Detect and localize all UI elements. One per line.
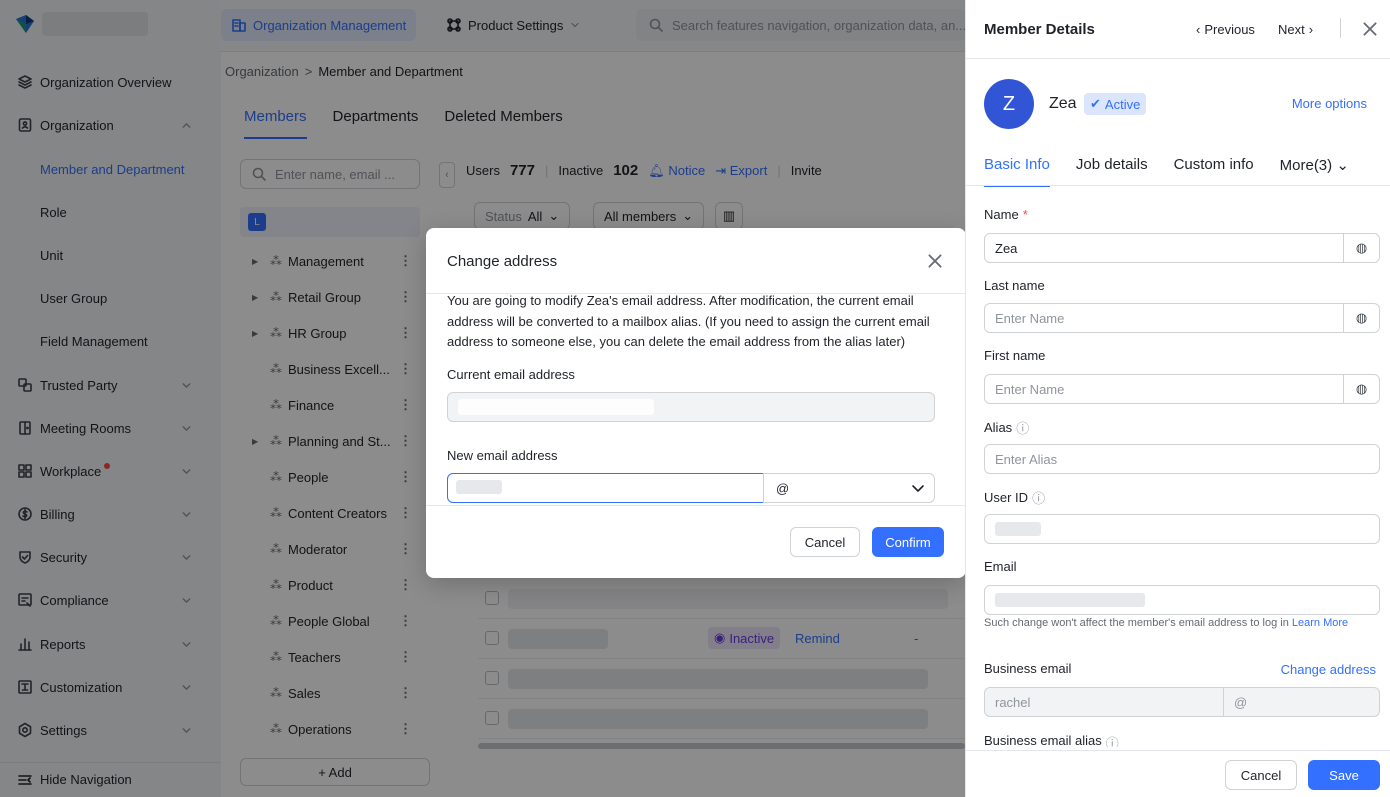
tab-custom-info[interactable]: Custom info (1174, 156, 1254, 187)
panel-footer: Cancel Save (966, 750, 1390, 797)
required-marker: * (1022, 207, 1028, 222)
detail-tabs: Basic Info Job details Custom info More(… (984, 156, 1349, 187)
globe-icon[interactable]: ◍ (1343, 375, 1379, 403)
business-alias-label-text: Business email alias (984, 733, 1102, 747)
alias-label: Alias ⓘ (984, 418, 1029, 437)
change-address-link[interactable]: Change address (1281, 662, 1376, 677)
new-email-input[interactable] (447, 473, 764, 503)
info-icon[interactable]: ⓘ (1032, 488, 1045, 507)
panel-save-button[interactable]: Save (1308, 760, 1380, 790)
divider (966, 185, 1390, 186)
business-email-domain: @ (1223, 687, 1380, 717)
divider (1340, 18, 1341, 38)
business-email-input: rachel (984, 687, 1224, 717)
next-label: Next (1278, 22, 1305, 37)
name-input[interactable]: Zea ◍ (984, 233, 1380, 263)
user-id-input[interactable] (984, 514, 1380, 544)
current-email-label: Current email address (447, 367, 575, 382)
globe-icon[interactable]: ◍ (1343, 234, 1379, 262)
panel-title: Member Details (984, 21, 1095, 38)
business-email-alias-label: Business email alias ⓘ (984, 733, 1119, 747)
chevron-right-icon: › (1308, 22, 1314, 37)
first-name-placeholder: Enter Name (995, 381, 1065, 397)
avatar: Z (984, 79, 1034, 129)
tab-basic-info[interactable]: Basic Info (984, 156, 1050, 187)
current-email-field (447, 392, 935, 422)
at-sign: @ (1234, 694, 1248, 710)
alias-label-text: Alias (984, 420, 1013, 435)
globe-icon[interactable]: ◍ (1343, 304, 1379, 332)
redacted-email (995, 593, 1145, 607)
name-value: Zea (995, 240, 1018, 256)
name-label-text: Name (984, 207, 1019, 222)
close-icon[interactable] (1361, 20, 1379, 38)
email-label: Email (984, 559, 1017, 574)
tab-more-label: More(3) (1279, 157, 1333, 174)
panel-cancel-button[interactable]: Cancel (1225, 760, 1297, 790)
email-help-label: Such change won't affect the member's em… (984, 617, 1289, 629)
divider (426, 505, 966, 506)
first-name-label: First name (984, 348, 1046, 363)
tab-job-details[interactable]: Job details (1076, 156, 1148, 187)
redacted-user-id (995, 522, 1041, 536)
tab-more[interactable]: More(3) ⌄ (1280, 156, 1349, 187)
previous-label: Previous (1204, 22, 1255, 37)
chevron-down-icon: ⌄ (1336, 157, 1349, 174)
business-email-label: Business email (984, 661, 1072, 676)
status-label: Active (1104, 96, 1141, 112)
business-email-value: rachel (995, 694, 1031, 710)
next-button[interactable]: Next › (1278, 22, 1313, 37)
user-id-label-text: User ID (984, 490, 1029, 505)
last-name-label: Last name (984, 278, 1045, 293)
first-name-input[interactable]: Enter Name ◍ (984, 374, 1380, 404)
alias-input[interactable]: Enter Alias (984, 444, 1380, 474)
redacted-email (458, 399, 654, 415)
chevron-down-icon (910, 480, 926, 496)
change-address-dialog: Change address You are going to modify Z… (426, 228, 966, 578)
confirm-button[interactable]: Confirm (872, 527, 944, 557)
dialog-description: You are going to modify Zea's email addr… (447, 293, 930, 349)
chevron-left-icon: ‹ (1196, 22, 1201, 37)
member-name: Zea (1049, 95, 1077, 112)
divider (966, 58, 1390, 59)
info-icon[interactable]: ⓘ (1106, 733, 1119, 747)
more-options-link[interactable]: More options (1292, 96, 1367, 111)
learn-more-link[interactable]: Learn More (1292, 617, 1348, 629)
previous-button[interactable]: ‹ Previous (1196, 22, 1255, 37)
cancel-button[interactable]: Cancel (790, 527, 860, 557)
email-domain-select[interactable]: @ (763, 473, 935, 503)
user-id-label: User ID ⓘ (984, 488, 1045, 507)
alias-placeholder: Enter Alias (995, 451, 1058, 467)
name-label: Name * (984, 207, 1028, 222)
dialog-title: Change address (447, 253, 558, 270)
email-help-text: Such change won't affect the member's em… (984, 617, 1348, 629)
check-circle-icon: ✔︎ (1090, 96, 1101, 111)
last-name-placeholder: Enter Name (995, 310, 1065, 326)
at-sign: @ (776, 480, 790, 496)
info-icon[interactable]: ⓘ (1016, 418, 1029, 437)
close-icon[interactable] (926, 252, 944, 270)
status-badge: ✔︎ Active (1084, 93, 1147, 115)
new-email-label: New email address (447, 448, 558, 463)
redacted-input-value (456, 480, 502, 494)
last-name-input[interactable]: Enter Name ◍ (984, 303, 1380, 333)
member-details-panel: Member Details ‹ Previous Next › Z Zea ✔︎ … (965, 0, 1390, 797)
email-input[interactable] (984, 585, 1380, 615)
